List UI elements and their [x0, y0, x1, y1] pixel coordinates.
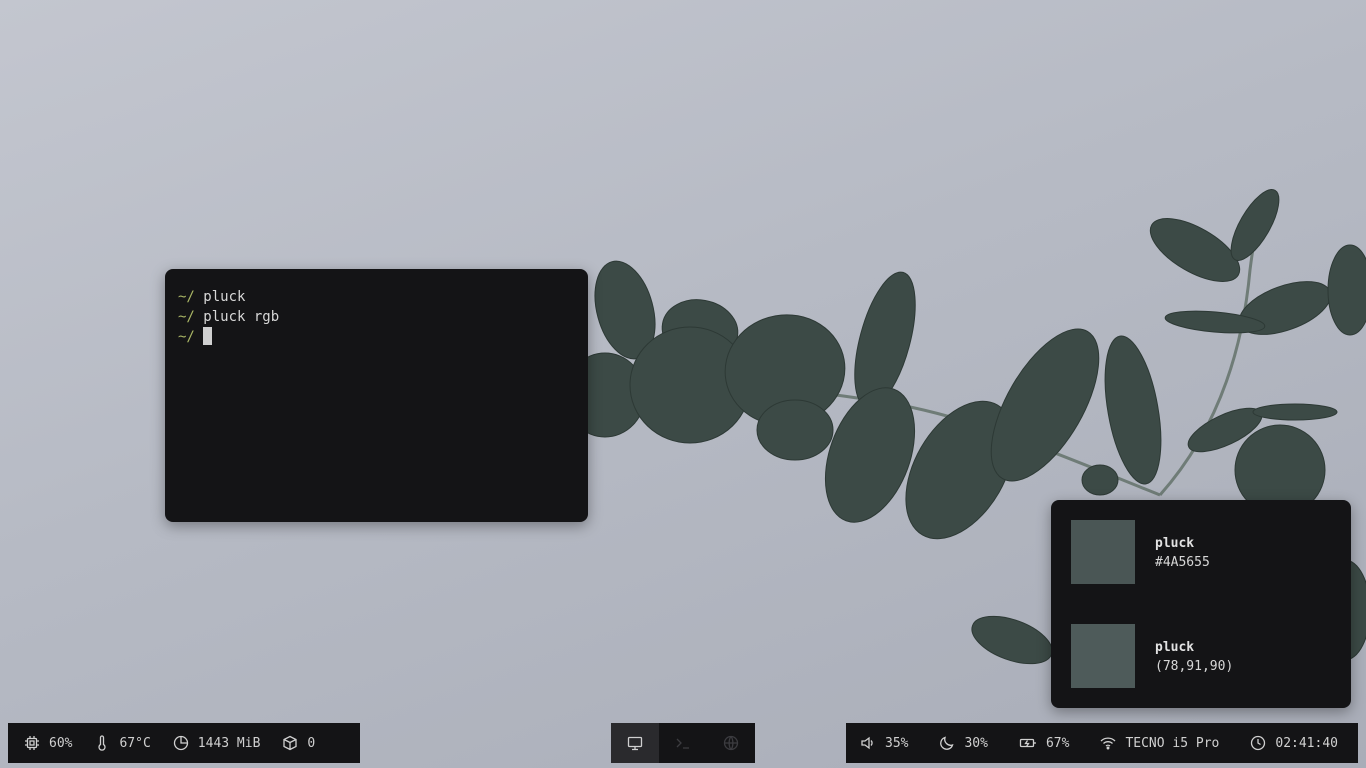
thermometer-icon	[98, 735, 107, 751]
brightness-module[interactable]: 30%	[939, 735, 988, 751]
cpu-value: 60%	[49, 735, 73, 751]
status-bar-right: 35% 30% 67% TECNO i5 Pro 02:41:40	[846, 723, 1358, 763]
clock-module[interactable]: 02:41:40	[1250, 735, 1338, 751]
color-swatch	[1071, 520, 1135, 584]
updates-value: 0	[307, 735, 316, 751]
memory-module[interactable]: 1443 MiB	[173, 735, 261, 751]
updates-module[interactable]: 0	[282, 735, 315, 751]
notification-body: #4A5655	[1155, 555, 1210, 570]
terminal-window[interactable]: ~/ pluck ~/ pluck rgb ~/	[165, 269, 588, 522]
memory-pie-icon	[173, 735, 188, 751]
cpu-module[interactable]: 60%	[24, 735, 72, 751]
temperature-value: 67°C	[119, 735, 151, 751]
globe-icon	[723, 735, 739, 751]
desktop-icon	[627, 736, 643, 751]
notification[interactable]: pluck (78,91,90)	[1071, 624, 1331, 688]
terminal-icon	[676, 738, 689, 749]
cpu-icon	[25, 736, 39, 750]
terminal-prompt: ~/	[178, 329, 195, 345]
workspace-switcher	[611, 723, 755, 763]
terminal-line: ~/ pluck rgb	[178, 307, 575, 327]
wifi-network-name: TECNO i5 Pro	[1125, 735, 1220, 751]
battery-value: 67%	[1045, 735, 1070, 751]
workspace-button-1[interactable]	[611, 723, 659, 763]
notification-title: pluck	[1155, 640, 1195, 655]
moon-icon	[940, 736, 954, 750]
notification-title: pluck	[1155, 536, 1195, 551]
package-icon	[283, 735, 298, 751]
workspace-button-3[interactable]	[707, 723, 755, 763]
battery-module[interactable]: 67%	[1019, 735, 1069, 751]
terminal-prompt: ~/	[178, 289, 195, 305]
terminal-line: ~/ pluck	[178, 287, 575, 307]
battery-charging-icon	[1019, 738, 1036, 748]
wifi-module[interactable]: TECNO i5 Pro	[1100, 735, 1219, 751]
text-cursor	[203, 327, 213, 345]
memory-value: 1443 MiB	[197, 735, 261, 751]
wifi-icon	[1100, 737, 1116, 750]
speaker-icon	[861, 736, 873, 750]
notification-body: (78,91,90)	[1155, 659, 1234, 674]
brightness-value: 30%	[964, 735, 988, 751]
notification-panel: pluck #4A5655 pluck (78,91,90)	[1051, 500, 1351, 708]
clock-icon	[1251, 735, 1266, 751]
terminal-prompt: ~/	[178, 309, 195, 325]
terminal-command: pluck rgb	[203, 309, 280, 325]
temperature-module[interactable]: 67°C	[94, 735, 151, 751]
clock-time: 02:41:40	[1275, 735, 1338, 751]
status-bar-left: 60% 67°C 1443 MiB 0	[8, 723, 360, 763]
volume-module[interactable]: 35%	[860, 735, 908, 751]
terminal-command: pluck	[203, 289, 246, 305]
notification[interactable]: pluck #4A5655	[1071, 520, 1331, 584]
terminal-input-line[interactable]: ~/	[178, 327, 575, 347]
workspace-button-2[interactable]	[659, 723, 707, 763]
color-swatch	[1071, 624, 1135, 688]
volume-value: 35%	[885, 735, 909, 751]
